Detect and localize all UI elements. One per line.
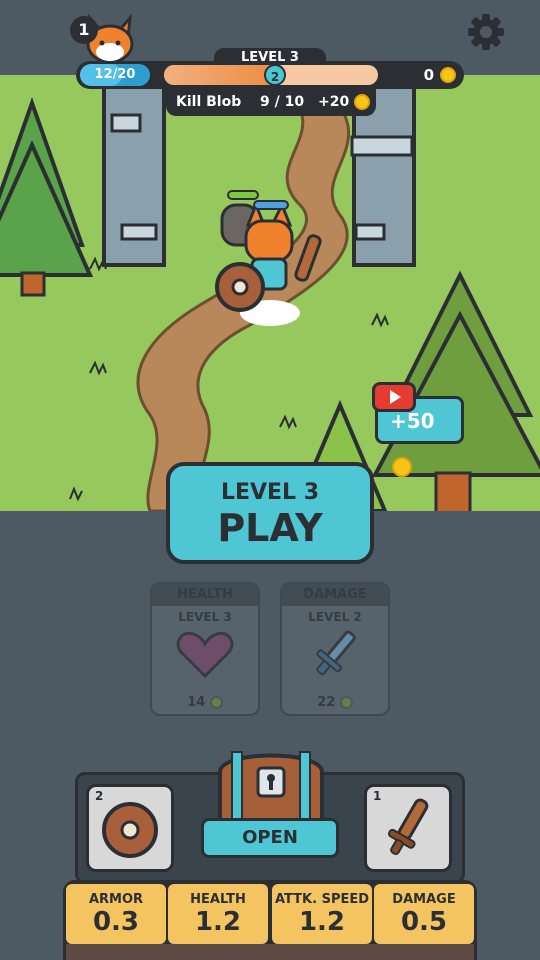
stat-attack-speed-value: 1.2 [298,907,346,937]
stat-damage-label: DAMAGE [392,892,456,907]
weapon-count: 1 [373,789,382,803]
ad-coin-icon [392,456,412,477]
stat-health-value: 1.2 [194,907,242,937]
upgrade-health-title: HEALTH [152,584,258,606]
stat-attack-speed-label: ATTK. SPEED [274,892,370,907]
stat-health: HEALTH 1.2 [168,884,268,944]
level-progress-fill [164,65,271,85]
quest-progress: 9 / 10 [260,94,305,110]
video-ad-icon [372,382,416,412]
upgrade-health-cost: 14 [187,695,206,710]
level-progress-node: 2 [264,64,286,86]
upgrade-damage-title: DAMAGE [282,584,388,606]
armor-count: 2 [95,789,104,803]
xp-bar: 12/20 [80,64,150,86]
upgrade-health-level: LEVEL 3 [178,610,232,624]
stat-health-label: HEALTH [190,892,246,907]
treasure-chest[interactable] [216,742,326,822]
xp-text: 12/20 [94,67,136,82]
heart-icon [176,631,234,679]
settings-button[interactable] [466,12,506,52]
quest-coin-icon [354,94,370,110]
stat-armor: ARMOR 0.3 [66,884,166,944]
open-chest-button[interactable]: OPEN [201,818,339,858]
weapon-slot[interactable]: 1 [364,784,452,872]
forest-background [0,83,540,511]
stats-footer [66,944,474,960]
quest-panel: Kill Blob 9 / 10 +20 [166,88,376,116]
stat-attack-speed: ATTK. SPEED 1.2 [272,884,372,944]
upgrade-damage-cost: 22 [317,695,336,710]
upgrade-damage-coin-icon [339,696,353,709]
quest-name: Kill Blob [176,94,242,110]
armor-slot[interactable]: 2 [86,784,174,872]
coin-icon [440,67,456,83]
upgrade-health-coin-icon [209,696,223,709]
upgrade-card-health[interactable]: HEALTH LEVEL 3 14 [150,582,260,716]
upgrade-damage-level: LEVEL 2 [308,610,362,624]
play-label: PLAY [217,506,323,550]
quest-reward: +20 [318,94,350,110]
player-level-badge: 1 [70,16,98,44]
sword-icon [316,630,356,676]
stat-damage-value: 0.5 [400,907,448,937]
coin-amount: 0 [423,66,434,84]
upgrade-card-damage[interactable]: DAMAGE LEVEL 2 22 [280,582,390,716]
gear-icon [468,14,504,50]
stat-armor-label: ARMOR [88,892,144,907]
play-level-button[interactable]: LEVEL 3 PLAY [166,462,374,564]
game-scene [0,75,540,515]
play-triangle-icon [390,390,401,404]
chest-icon [218,751,324,822]
stat-damage: DAMAGE 0.5 [374,884,474,944]
stat-armor-value: 0.3 [92,907,140,937]
play-level-label: LEVEL 3 [220,480,320,505]
